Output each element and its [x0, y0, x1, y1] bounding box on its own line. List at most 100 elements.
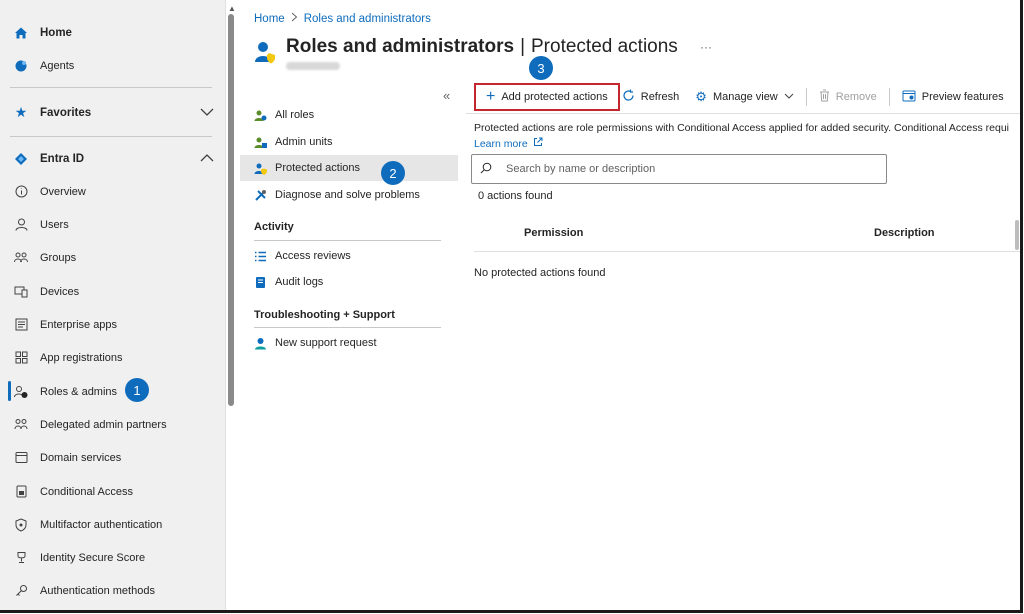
- nav-entra-id[interactable]: Entra ID: [0, 142, 225, 175]
- search-box[interactable]: [471, 154, 887, 184]
- refresh-label: Refresh: [640, 91, 680, 103]
- nav-enterprise-apps[interactable]: Enterprise apps: [0, 308, 225, 341]
- search-icon: [480, 162, 492, 177]
- preview-features-label: Preview features: [921, 91, 1004, 103]
- learn-more-label: Learn more: [474, 137, 528, 150]
- nav-item-label: Multifactor authentication: [40, 518, 163, 531]
- preview-features-button[interactable]: Preview features: [894, 83, 1012, 111]
- nav-divider: [10, 87, 212, 88]
- protected-actions-icon: [254, 162, 267, 175]
- nav-conditional-access[interactable]: Conditional Access: [0, 475, 225, 508]
- roles-icon: [14, 385, 28, 399]
- remove-label: Remove: [835, 91, 877, 103]
- nav-favorites-label: Favorites: [40, 106, 92, 119]
- subnav-protected-actions[interactable]: Protected actions: [240, 155, 458, 181]
- add-protected-actions-button[interactable]: + Add protected actions: [474, 83, 620, 111]
- access-reviews-icon: [254, 250, 267, 263]
- subnav-label: Access reviews: [275, 250, 351, 262]
- nav-multifactor-authentication[interactable]: Multifactor authentication: [0, 508, 225, 541]
- subnav-label: All roles: [275, 109, 315, 121]
- nav-users[interactable]: Users: [0, 208, 225, 241]
- nav-agents[interactable]: Agents: [0, 49, 225, 82]
- page-title-sub: Protected actions: [531, 36, 678, 57]
- subnav-label: Admin units: [275, 136, 333, 148]
- chevron-down-icon: [784, 91, 794, 103]
- subnav-label: Protected actions: [275, 162, 360, 174]
- scroll-up-arrow-icon[interactable]: ▲: [228, 4, 236, 13]
- groups-icon: [14, 251, 28, 265]
- learn-more-link[interactable]: Learn more: [474, 137, 543, 150]
- nav-delegated-admin-partners[interactable]: Delegated admin partners: [0, 408, 225, 441]
- nav-item-label: Delegated admin partners: [40, 418, 167, 431]
- wrench-icon: [254, 189, 267, 202]
- manage-view-button[interactable]: ⚙ Manage view: [687, 83, 801, 111]
- chevron-down-icon[interactable]: [200, 106, 214, 120]
- nav-favorites[interactable]: ★ Favorites: [0, 96, 225, 129]
- nav-item-label: Enterprise apps: [40, 318, 118, 331]
- toolbar-divider: [888, 88, 890, 106]
- results-count: 0 actions found: [478, 190, 553, 202]
- collapse-icon[interactable]: «: [443, 88, 450, 103]
- gear-icon: ⚙: [695, 89, 707, 104]
- nav-home-label: Home: [40, 26, 72, 39]
- refresh-icon: [622, 89, 635, 105]
- title-separator: |: [520, 36, 525, 57]
- remove-button[interactable]: Remove: [811, 83, 885, 111]
- description-text: Protected actions are role permissions w…: [474, 122, 1010, 134]
- nav-app-registrations[interactable]: App registrations: [0, 341, 225, 374]
- nav-entra-id-label: Entra ID: [40, 152, 85, 165]
- agents-icon: [14, 59, 28, 73]
- info-icon: [14, 185, 28, 199]
- nav-home[interactable]: Home: [0, 16, 225, 49]
- nav-item-label: App registrations: [40, 351, 123, 364]
- nav-agents-label: Agents: [40, 59, 75, 72]
- more-options-icon[interactable]: ···: [700, 40, 712, 54]
- content-scrollbar[interactable]: [1015, 220, 1019, 250]
- breadcrumb-current[interactable]: Roles and administrators: [304, 13, 431, 25]
- nav-item-label: Conditional Access: [40, 485, 133, 498]
- nav-item-label: Overview: [40, 185, 86, 198]
- nav-overview[interactable]: Overview: [0, 175, 225, 208]
- activity-heading: Activity: [254, 221, 294, 233]
- nav-identity-secure-score[interactable]: Identity Secure Score: [0, 541, 225, 574]
- entra-id-icon: [14, 152, 28, 166]
- preview-features-icon: [902, 90, 916, 105]
- home-icon: [14, 26, 28, 40]
- subnav-diagnose[interactable]: Diagnose and solve problems: [240, 182, 458, 208]
- nav-scrollbar[interactable]: [228, 14, 234, 406]
- nav-item-label: Users: [40, 218, 69, 231]
- column-header-description[interactable]: Description: [874, 227, 935, 239]
- nav-domain-services[interactable]: Domain services: [0, 441, 225, 474]
- nav-devices[interactable]: Devices: [0, 275, 225, 308]
- partners-icon: [14, 418, 28, 432]
- chevron-up-icon[interactable]: [200, 152, 214, 166]
- nav-item-label: Identity Secure Score: [40, 551, 146, 564]
- subnav-all-roles[interactable]: All roles: [240, 102, 458, 128]
- trash-icon: [819, 89, 830, 105]
- subnav-new-support-request[interactable]: New support request: [240, 330, 458, 356]
- column-header-permission[interactable]: Permission: [524, 227, 583, 239]
- all-roles-icon: [254, 109, 267, 122]
- breadcrumb-home[interactable]: Home: [254, 13, 285, 25]
- tenant-name-blurred: [286, 62, 340, 70]
- subnav-label: Audit logs: [275, 276, 324, 288]
- support-heading: Troubleshooting + Support: [254, 309, 395, 321]
- search-input[interactable]: [504, 162, 868, 176]
- nav-authentication-methods[interactable]: Authentication methods: [0, 574, 225, 607]
- left-navigation: Home Agents ★ Favorites Entra ID Overvie…: [0, 0, 226, 610]
- toolbar-divider-line: [466, 113, 1020, 114]
- command-bar: + Add protected actions Refresh ⚙ Manage…: [470, 82, 1012, 112]
- devices-icon: [14, 285, 28, 299]
- subnav-admin-units[interactable]: Admin units: [240, 129, 458, 155]
- manage-view-label: Manage view: [712, 91, 778, 103]
- domain-icon: [14, 451, 28, 465]
- refresh-button[interactable]: Refresh: [620, 83, 688, 111]
- plus-icon: +: [486, 88, 496, 105]
- nav-roles-admins[interactable]: Roles & admins: [0, 375, 225, 408]
- table-header-divider: [474, 251, 1020, 252]
- subnav-audit-logs[interactable]: Audit logs: [240, 269, 458, 295]
- subnav-label: Diagnose and solve problems: [275, 189, 420, 201]
- nav-item-label: Devices: [40, 285, 80, 298]
- nav-groups[interactable]: Groups: [0, 241, 225, 274]
- subnav-access-reviews[interactable]: Access reviews: [240, 243, 458, 269]
